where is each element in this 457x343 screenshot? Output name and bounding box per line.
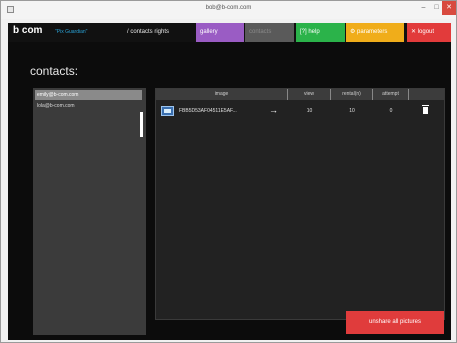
logo: b com — [13, 25, 43, 36]
table-header: image view rental(n) attempt — [156, 89, 444, 100]
contact-item-emily[interactable]: emily@b-com.com — [35, 90, 142, 100]
column-header-actions — [409, 89, 444, 100]
column-header-view: view — [288, 89, 331, 100]
app-window: bob@b-com.com – □ ✕ b com "Pix Guardian"… — [0, 0, 457, 343]
page-title: contacts: — [30, 64, 79, 78]
minimize-button[interactable]: – — [417, 1, 430, 15]
app-content: b com "Pix Guardian" / contacts rights g… — [8, 23, 451, 340]
picture-thumbnail[interactable] — [161, 106, 174, 116]
window-title: bob@b-com.com — [205, 5, 252, 11]
shared-pictures-table: image view rental(n) attempt FBB5D53AF04… — [155, 88, 445, 320]
nav-contacts-rights[interactable]: / contacts rights — [123, 23, 191, 42]
tagline: "Pix Guardian" — [55, 29, 88, 35]
arrow-right-icon[interactable]: → — [269, 102, 278, 119]
cell-view: 10 — [306, 108, 313, 114]
cell-rental: 10 — [349, 108, 355, 114]
picture-id: FBB5D53AF04511E5AF... — [179, 108, 237, 114]
column-header-rental: rental(n) — [331, 89, 373, 100]
contacts-list: emily@b-com.com lola@b-com.com — [33, 88, 146, 335]
nav-parameters[interactable]: ⚙ parameters — [346, 23, 404, 42]
table-row: FBB5D53AF04511E5AF... → 10 10 0 — [156, 102, 444, 120]
close-window-button[interactable]: ✕ — [442, 1, 456, 15]
window-titlebar: bob@b-com.com – □ ✕ — [1, 1, 456, 19]
nav-logout[interactable]: ✕ logout — [407, 23, 451, 42]
trash-icon[interactable] — [422, 105, 429, 114]
top-nav: b com "Pix Guardian" / contacts rights g… — [8, 23, 451, 42]
nav-contacts[interactable]: contacts — [245, 23, 294, 42]
nav-help[interactable]: [?] help — [296, 23, 345, 42]
column-header-attempt: attempt — [373, 89, 409, 100]
contact-item-lola[interactable]: lola@b-com.com — [35, 101, 142, 111]
cell-attempt: 0 — [389, 108, 393, 114]
column-header-image: image — [156, 89, 288, 100]
nav-gallery[interactable]: gallery — [196, 23, 244, 42]
unshare-all-pictures-button[interactable]: unshare all pictures — [346, 311, 444, 334]
contacts-list-scrollbar[interactable] — [140, 112, 143, 137]
